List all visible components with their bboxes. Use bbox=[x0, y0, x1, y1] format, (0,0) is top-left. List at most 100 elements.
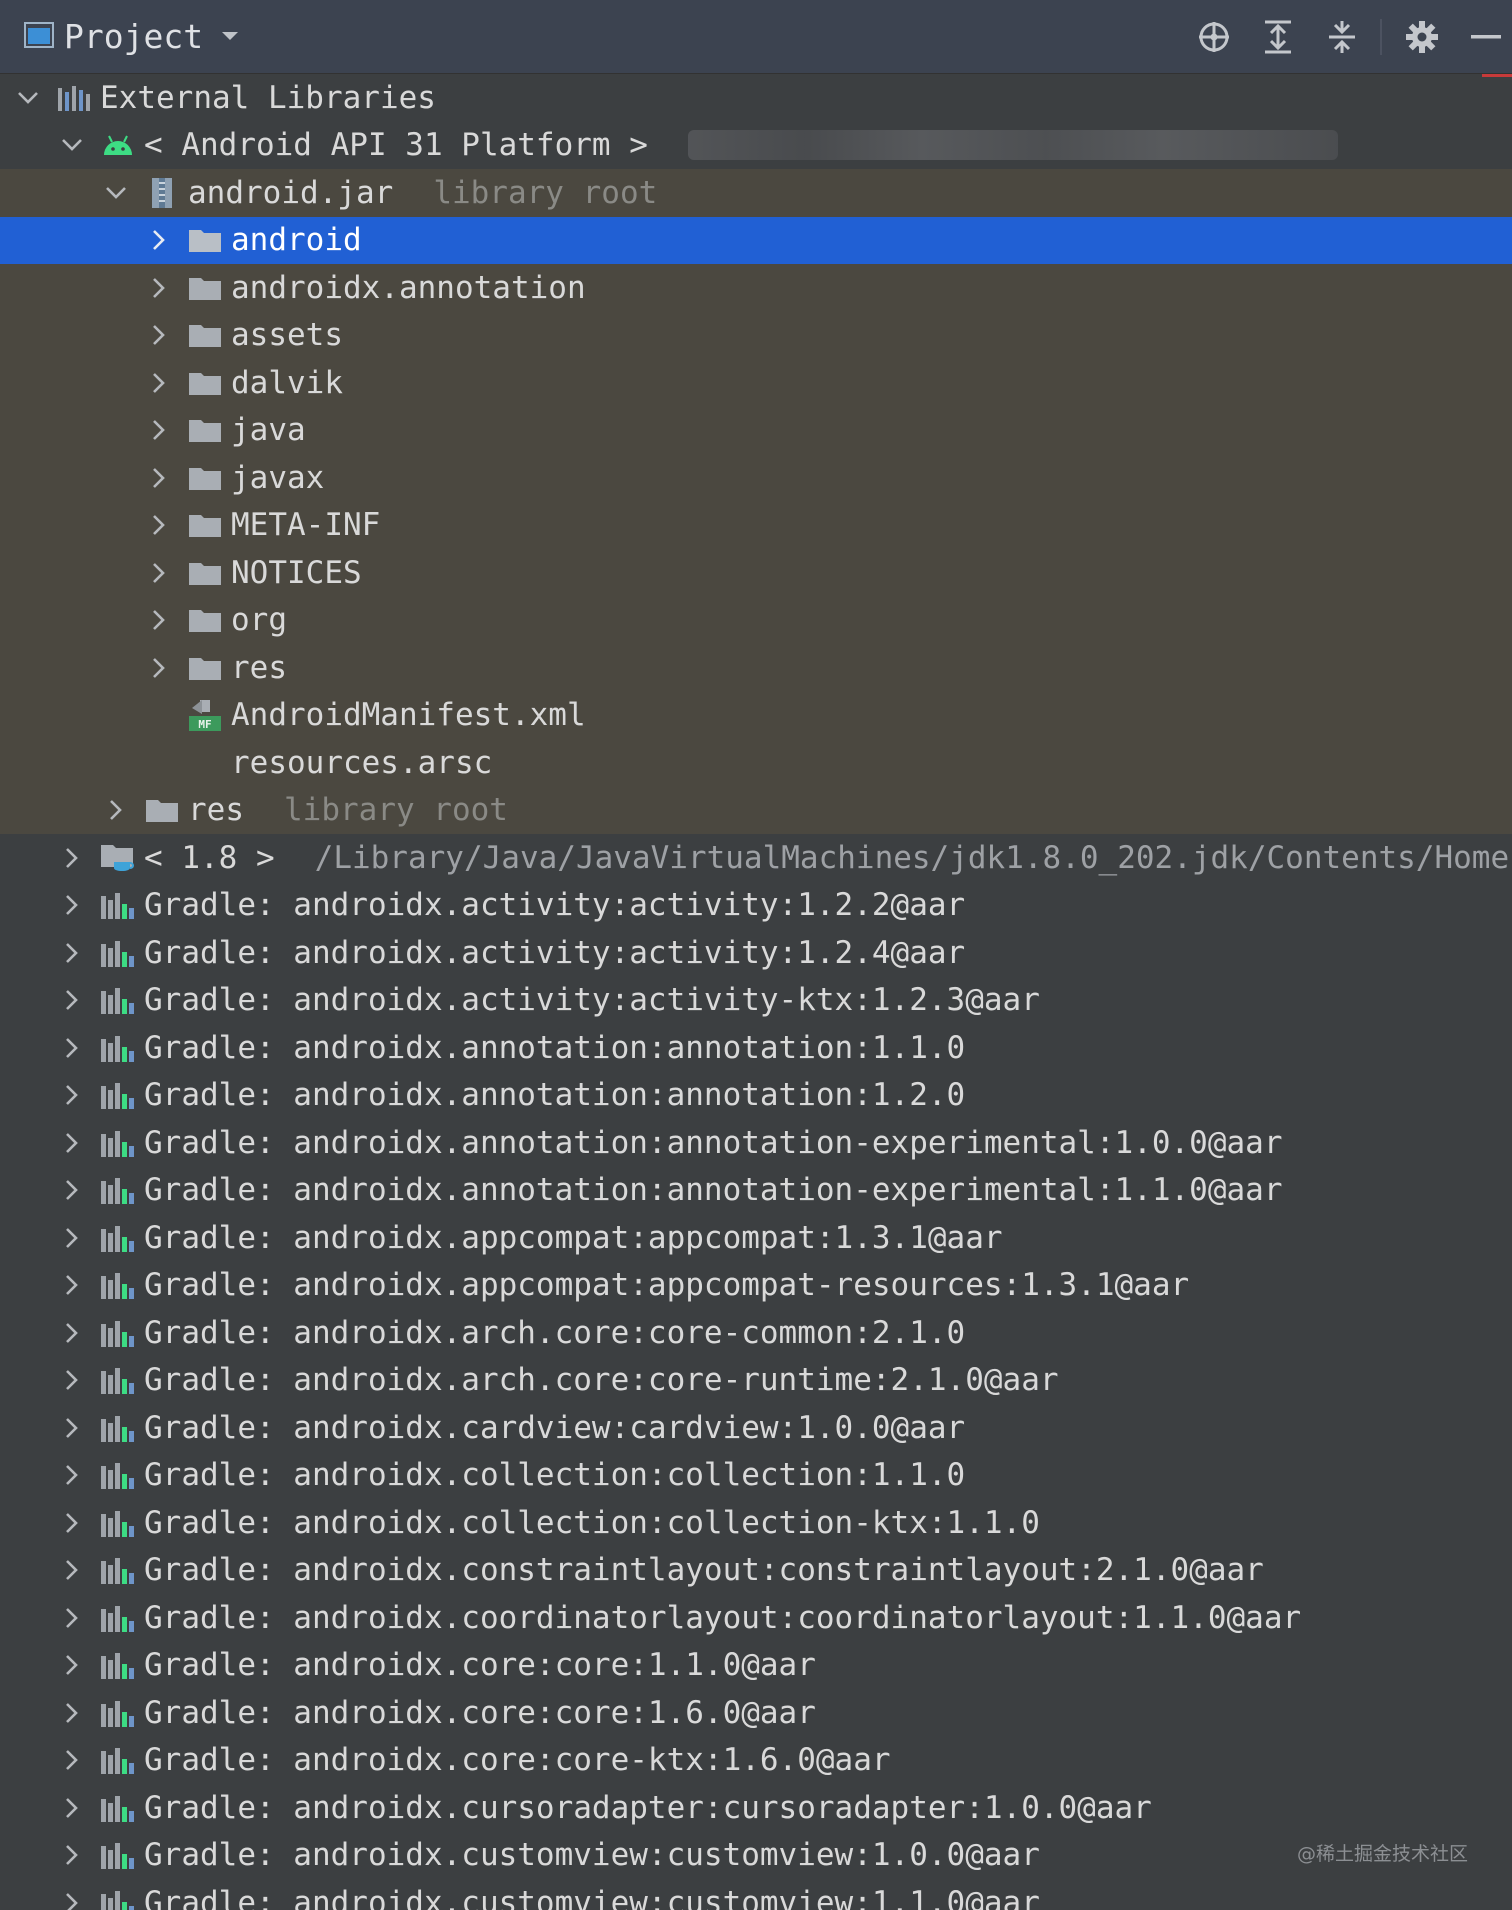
project-view-selector[interactable]: Project bbox=[24, 0, 239, 73]
chevron-right-icon[interactable] bbox=[145, 562, 173, 584]
chevron-right-icon[interactable] bbox=[145, 609, 173, 631]
tree-node-folder[interactable]: NOTICES bbox=[0, 549, 1512, 597]
node-label: Gradle: androidx.activity:activity:1.2.4… bbox=[144, 934, 966, 971]
tree-node-gradle-library[interactable]: Gradle: androidx.customview:customview:1… bbox=[0, 1832, 1512, 1880]
node-label: Gradle: androidx.cardview:cardview:1.0.0… bbox=[144, 1409, 966, 1446]
chevron-right-icon[interactable] bbox=[58, 847, 86, 869]
tree-node-file[interactable]: resources.arsc bbox=[0, 739, 1512, 787]
chevron-right-icon[interactable] bbox=[145, 467, 173, 489]
tree-node-gradle-library[interactable]: Gradle: androidx.core:core:1.6.0@aar bbox=[0, 1689, 1512, 1737]
tree-node-folder[interactable]: dalvik bbox=[0, 359, 1512, 407]
tree-node-gradle-library[interactable]: Gradle: androidx.activity:activity:1.2.2… bbox=[0, 882, 1512, 930]
svg-text:MF: MF bbox=[198, 718, 211, 731]
tree-node-folder[interactable]: javax bbox=[0, 454, 1512, 502]
tree-node-file[interactable]: MF AndroidManifest.xml bbox=[0, 691, 1512, 739]
chevron-right-icon[interactable] bbox=[58, 1369, 86, 1391]
chevron-right-icon[interactable] bbox=[58, 894, 86, 916]
tree-node-gradle-library[interactable]: Gradle: androidx.arch.core:core-common:2… bbox=[0, 1309, 1512, 1357]
chevron-right-icon[interactable] bbox=[145, 372, 173, 394]
chevron-right-icon[interactable] bbox=[58, 1654, 86, 1676]
expand-all-icon[interactable] bbox=[1254, 13, 1302, 61]
tree-node-external-libraries[interactable]: External Libraries bbox=[0, 74, 1512, 122]
tree-node-jdk[interactable]: < 1.8 > /Library/Java/JavaVirtualMachine… bbox=[0, 834, 1512, 882]
chevron-right-icon[interactable] bbox=[145, 324, 173, 346]
chevron-right-icon[interactable] bbox=[102, 799, 130, 821]
tree-node-res-root[interactable]: res library root bbox=[0, 786, 1512, 834]
minimize-icon[interactable] bbox=[1462, 13, 1510, 61]
tree-node-folder[interactable]: android bbox=[0, 216, 1512, 264]
gradle-library-icon bbox=[100, 1410, 136, 1446]
chevron-right-icon[interactable] bbox=[58, 1322, 86, 1344]
folder-icon bbox=[187, 650, 223, 686]
chevron-right-icon[interactable] bbox=[58, 1702, 86, 1724]
chevron-right-icon[interactable] bbox=[145, 514, 173, 536]
tree-node-folder[interactable]: java bbox=[0, 406, 1512, 454]
chevron-right-icon[interactable] bbox=[58, 1274, 86, 1296]
chevron-right-icon[interactable] bbox=[58, 1084, 86, 1106]
chevron-right-icon[interactable] bbox=[58, 1607, 86, 1629]
chevron-right-icon[interactable] bbox=[58, 1227, 86, 1249]
tree-node-gradle-library[interactable]: Gradle: androidx.activity:activity:1.2.4… bbox=[0, 929, 1512, 977]
chevron-right-icon[interactable] bbox=[58, 1132, 86, 1154]
chevron-right-icon[interactable] bbox=[58, 989, 86, 1011]
library-root-hint: library root bbox=[433, 174, 658, 211]
chevron-down-icon[interactable] bbox=[221, 27, 239, 46]
tree-node-folder[interactable]: androidx.annotation bbox=[0, 264, 1512, 312]
chevron-right-icon[interactable] bbox=[58, 1037, 86, 1059]
chevron-down-icon[interactable] bbox=[14, 91, 42, 105]
chevron-right-icon[interactable] bbox=[145, 657, 173, 679]
chevron-right-icon[interactable] bbox=[145, 419, 173, 441]
tree-node-gradle-library[interactable]: Gradle: androidx.annotation:annotation-e… bbox=[0, 1119, 1512, 1167]
locate-icon[interactable] bbox=[1190, 13, 1238, 61]
node-label: META-INF bbox=[231, 507, 381, 544]
tree-node-gradle-library[interactable]: Gradle: androidx.appcompat:appcompat-res… bbox=[0, 1262, 1512, 1310]
tree-node-gradle-library[interactable]: Gradle: androidx.arch.core:core-runtime:… bbox=[0, 1357, 1512, 1405]
chevron-right-icon[interactable] bbox=[145, 277, 173, 299]
tree-node-gradle-library[interactable]: Gradle: androidx.annotation:annotation:1… bbox=[0, 1024, 1512, 1072]
tree-node-gradle-library[interactable]: Gradle: androidx.customview:customview:1… bbox=[0, 1879, 1512, 1910]
node-label: NOTICES bbox=[231, 554, 362, 591]
tree-node-gradle-library[interactable]: Gradle: androidx.coordinatorlayout:coord… bbox=[0, 1594, 1512, 1642]
node-label: Gradle: androidx.annotation:annotation:1… bbox=[144, 1077, 966, 1114]
gradle-library-icon bbox=[100, 1315, 136, 1351]
tree-node-gradle-library[interactable]: Gradle: androidx.collection:collection-k… bbox=[0, 1499, 1512, 1547]
chevron-right-icon[interactable] bbox=[58, 1797, 86, 1819]
node-label: androidx.annotation bbox=[231, 269, 586, 306]
tree-node-folder[interactable]: org bbox=[0, 596, 1512, 644]
collapse-all-icon[interactable] bbox=[1318, 13, 1366, 61]
tree-node-android-platform[interactable]: < Android API 31 Platform > bbox=[0, 122, 1512, 170]
tree-node-gradle-library[interactable]: Gradle: androidx.annotation:annotation:1… bbox=[0, 1072, 1512, 1120]
tree-node-gradle-library[interactable]: Gradle: androidx.annotation:annotation-e… bbox=[0, 1167, 1512, 1215]
gear-icon[interactable] bbox=[1398, 13, 1446, 61]
tree-node-gradle-library[interactable]: Gradle: androidx.constraintlayout:constr… bbox=[0, 1547, 1512, 1595]
chevron-down-icon[interactable] bbox=[102, 186, 130, 200]
tree-node-gradle-library[interactable]: Gradle: androidx.appcompat:appcompat:1.3… bbox=[0, 1214, 1512, 1262]
chevron-right-icon[interactable] bbox=[58, 1559, 86, 1581]
chevron-right-icon[interactable] bbox=[58, 1512, 86, 1534]
chevron-right-icon[interactable] bbox=[58, 942, 86, 964]
tree-node-gradle-library[interactable]: Gradle: androidx.core:core:1.1.0@aar bbox=[0, 1642, 1512, 1690]
chevron-right-icon[interactable] bbox=[58, 1892, 86, 1910]
chevron-right-icon[interactable] bbox=[58, 1844, 86, 1866]
tree-node-gradle-library[interactable]: Gradle: androidx.cardview:cardview:1.0.0… bbox=[0, 1404, 1512, 1452]
folder-icon bbox=[187, 412, 223, 448]
node-label: Gradle: androidx.annotation:annotation:1… bbox=[144, 1029, 966, 1066]
chevron-right-icon[interactable] bbox=[58, 1749, 86, 1771]
tree-node-folder[interactable]: META-INF bbox=[0, 501, 1512, 549]
node-label: Gradle: androidx.collection:collection:1… bbox=[144, 1457, 966, 1494]
node-label: Gradle: androidx.annotation:annotation-e… bbox=[144, 1172, 1283, 1209]
chevron-right-icon[interactable] bbox=[58, 1179, 86, 1201]
project-tree[interactable]: External Libraries < Android API 31 Plat… bbox=[0, 74, 1512, 1910]
tree-node-gradle-library[interactable]: Gradle: androidx.collection:collection:1… bbox=[0, 1452, 1512, 1500]
manifest-file-icon: MF bbox=[187, 697, 223, 733]
tree-node-android-jar[interactable]: android.jar library root bbox=[0, 169, 1512, 217]
chevron-down-icon[interactable] bbox=[58, 138, 86, 152]
tree-node-folder[interactable]: assets bbox=[0, 311, 1512, 359]
chevron-right-icon[interactable] bbox=[58, 1464, 86, 1486]
tree-node-gradle-library[interactable]: Gradle: androidx.cursoradapter:cursorada… bbox=[0, 1784, 1512, 1832]
chevron-right-icon[interactable] bbox=[145, 229, 173, 251]
chevron-right-icon[interactable] bbox=[58, 1417, 86, 1439]
tree-node-gradle-library[interactable]: Gradle: androidx.core:core-ktx:1.6.0@aar bbox=[0, 1737, 1512, 1785]
tree-node-folder[interactable]: res bbox=[0, 644, 1512, 692]
tree-node-gradle-library[interactable]: Gradle: androidx.activity:activity-ktx:1… bbox=[0, 977, 1512, 1025]
